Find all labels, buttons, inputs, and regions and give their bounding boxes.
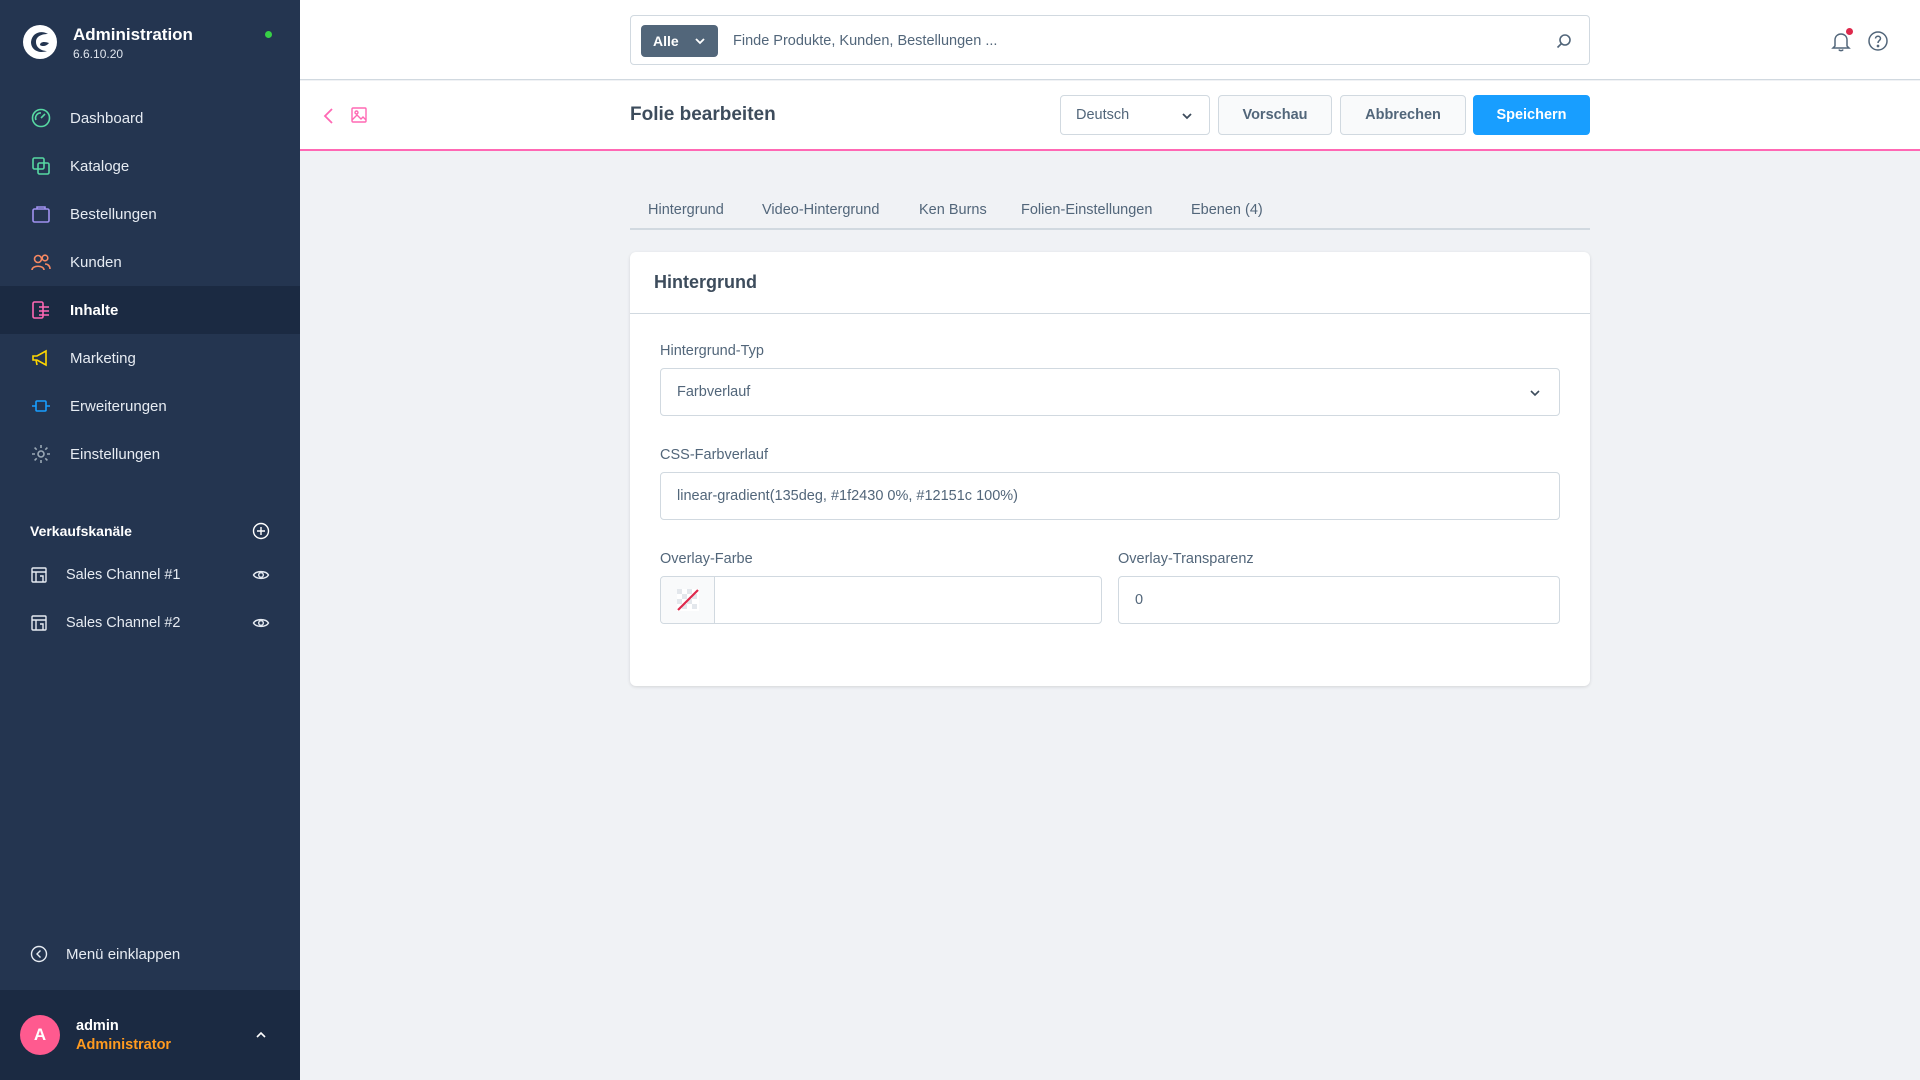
sales-channels-header: Verkaufskanäle: [30, 520, 270, 542]
sidebar-item-label: Kataloge: [70, 157, 130, 175]
background-type-value: Farbverlauf: [677, 384, 751, 400]
background-type-label: Hintergrund-Typ: [660, 343, 764, 359]
chevron-left-circle-icon: [30, 945, 48, 963]
chevron-down-icon: [1182, 113, 1192, 120]
chevron-up-icon[interactable]: [254, 1028, 268, 1042]
sidebar-item-inhalte[interactable]: Inhalte: [0, 286, 300, 334]
sidebar-item-label: Inhalte: [70, 301, 119, 319]
no-color-icon: [676, 589, 699, 611]
language-select[interactable]: Deutsch: [1060, 95, 1210, 135]
background-card: Hintergrund Hintergrund-Typ Farbverlauf …: [630, 252, 1590, 686]
main-navigation: Dashboard Kataloge Bestellungen Kunden I…: [0, 94, 300, 478]
content-icon: [30, 299, 52, 321]
image-icon: [351, 107, 367, 123]
sidebar-item-label: Marketing: [70, 349, 136, 367]
orders-icon: [30, 203, 52, 225]
search-type-dropdown[interactable]: Alle: [641, 25, 718, 57]
storefront-icon: [31, 615, 47, 631]
brand-title: Administration: [73, 25, 193, 44]
card-title: Hintergrund: [654, 272, 757, 292]
help-icon[interactable]: [1867, 30, 1889, 52]
brand-header: Administration 6.6.10.20: [0, 0, 300, 90]
shopware-logo-icon: [23, 25, 57, 59]
overlay-opacity-label: Overlay-Transparenz: [1118, 551, 1254, 567]
sidebar-item-label: Erweiterungen: [70, 397, 167, 415]
sales-channel-label: Sales Channel #2: [66, 615, 181, 631]
tab-ken-burns[interactable]: Ken Burns: [919, 202, 987, 218]
marketing-icon: [30, 347, 52, 369]
tab-bar: Hintergrund Video-Hintergrund Ken Burns …: [630, 196, 1590, 230]
sidebar-item-marketing[interactable]: Marketing: [0, 334, 300, 382]
css-gradient-value: linear-gradient(135deg, #1f2430 0%, #121…: [677, 488, 1018, 504]
global-search: Alle: [630, 15, 1590, 65]
collapse-menu-button[interactable]: Menü einklappen: [30, 945, 180, 963]
tab-folien-einstellungen[interactable]: Folien-Einstellungen: [1021, 202, 1152, 218]
user-role: Administrator: [76, 1037, 172, 1053]
avatar[interactable]: A: [20, 1015, 60, 1055]
overlay-color-label: Overlay-Farbe: [660, 551, 753, 567]
back-arrow-icon[interactable]: [322, 106, 336, 126]
cancel-button[interactable]: Abbrechen: [1340, 95, 1466, 135]
storefront-icon: [31, 567, 47, 583]
catalog-icon: [30, 155, 52, 177]
tab-ebenen[interactable]: Ebenen (4): [1191, 202, 1263, 218]
tab-video-hintergrund[interactable]: Video-Hintergrund: [762, 202, 879, 218]
sidebar-item-kataloge[interactable]: Kataloge: [0, 142, 300, 190]
eye-icon[interactable]: [252, 566, 270, 584]
overlay-color-input[interactable]: [660, 576, 1102, 624]
sidebar: Administration 6.6.10.20 Dashboard Katal…: [0, 0, 300, 1080]
notification-badge: [1846, 28, 1853, 35]
sidebar-item-erweiterungen[interactable]: Erweiterungen: [0, 382, 300, 430]
color-swatch[interactable]: [661, 577, 715, 623]
css-gradient-input[interactable]: linear-gradient(135deg, #1f2430 0%, #121…: [660, 472, 1560, 520]
settings-icon: [30, 443, 52, 465]
overlay-opacity-input[interactable]: 0: [1118, 576, 1560, 624]
user-name: admin: [76, 1018, 119, 1034]
sales-channel-label: Sales Channel #1: [66, 567, 181, 583]
sidebar-item-label: Dashboard: [70, 109, 144, 127]
dashboard-icon: [30, 107, 52, 129]
card-header: Hintergrund: [630, 252, 1590, 314]
sidebar-item-label: Bestellungen: [70, 205, 157, 223]
overlay-opacity-value: 0: [1135, 592, 1144, 608]
tab-hintergrund[interactable]: Hintergrund: [630, 202, 742, 230]
sidebar-item-einstellungen[interactable]: Einstellungen: [0, 430, 300, 478]
preview-button[interactable]: Vorschau: [1218, 95, 1332, 135]
sidebar-item-bestellungen[interactable]: Bestellungen: [0, 190, 300, 238]
collapse-menu-label: Menü einklappen: [66, 945, 181, 963]
save-button[interactable]: Speichern: [1473, 95, 1590, 135]
search-icon[interactable]: [1555, 32, 1573, 50]
sidebar-item-dashboard[interactable]: Dashboard: [0, 94, 300, 142]
brand-version: 6.6.10.20: [73, 47, 124, 61]
search-type-label: Alle: [653, 33, 679, 49]
sidebar-item-label: Kunden: [70, 253, 122, 271]
eye-icon[interactable]: [252, 614, 270, 632]
extensions-icon: [30, 395, 52, 417]
sales-channels-title: Verkaufskanäle: [30, 523, 132, 539]
language-select-value: Deutsch: [1076, 107, 1130, 123]
sidebar-item-label: Einstellungen: [70, 445, 161, 463]
add-sales-channel-icon[interactable]: [252, 522, 270, 540]
background-type-select[interactable]: Farbverlauf: [660, 368, 1560, 416]
sales-channel-item[interactable]: Sales Channel #2: [30, 608, 270, 638]
chevron-down-icon: [1530, 390, 1540, 397]
top-bar: Alle: [300, 0, 1920, 80]
search-input[interactable]: [733, 28, 1533, 54]
smart-bar: Folie bearbeiten Deutsch Vorschau Abbrec…: [300, 81, 1920, 151]
chevron-down-icon: [695, 38, 705, 45]
customers-icon: [30, 251, 52, 273]
sidebar-item-kunden[interactable]: Kunden: [0, 238, 300, 286]
sales-channel-item[interactable]: Sales Channel #1: [30, 560, 270, 590]
css-gradient-label: CSS-Farbverlauf: [660, 447, 768, 463]
page-title: Folie bearbeiten: [630, 104, 776, 125]
status-indicator: [265, 31, 272, 38]
